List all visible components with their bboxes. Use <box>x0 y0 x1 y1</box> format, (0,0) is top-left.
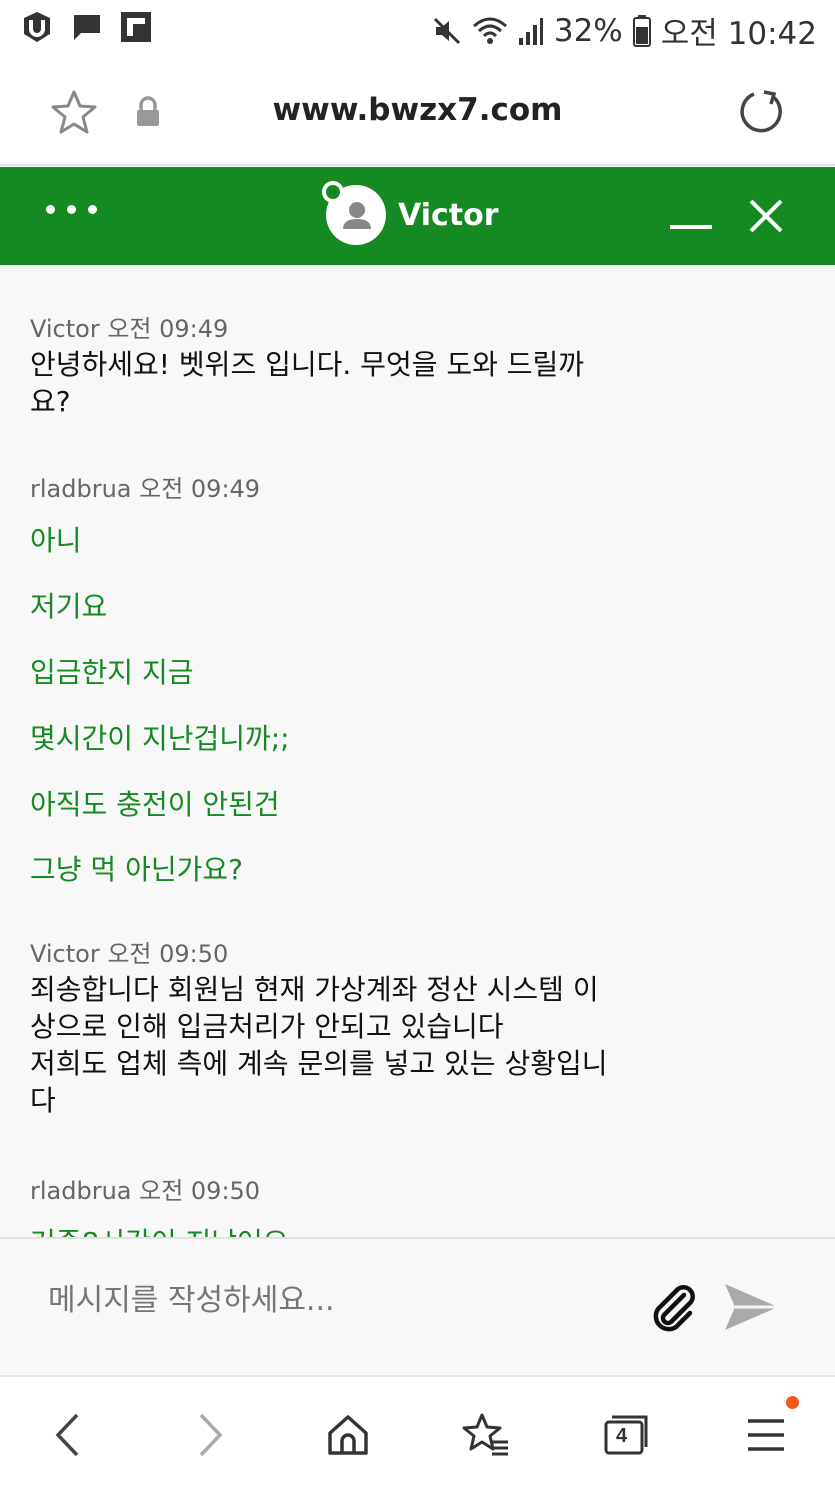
browser-url-bar: www.bwzx7.com <box>0 58 835 166</box>
battery-icon <box>632 14 651 47</box>
message-meta: rladbrua 오전 09:49 <box>30 475 261 503</box>
notification-dot <box>786 1396 799 1409</box>
user-message: 저기요 <box>30 590 108 623</box>
minimize-button[interactable] <box>670 207 712 229</box>
wifi-icon <box>472 17 507 44</box>
home-icon <box>328 1415 368 1455</box>
message-text: 안녕하세요! 벳위즈 입니다. 무엇을 도와 드릴까 요? <box>30 348 585 418</box>
user-message: 아니 <box>30 524 82 557</box>
message-icon <box>74 15 100 40</box>
browser-bottom-nav: 4 <box>0 1375 835 1485</box>
status-bar: 32% 오전 10:42 <box>0 0 835 58</box>
user-message: 아직도 충전이 안된건 <box>30 788 280 821</box>
user-message: 그냥 먹 아닌가요? <box>30 853 243 886</box>
user-message-meta-group: rladbrua 오전 09:49 <box>30 469 730 504</box>
reload-icon[interactable] <box>738 88 784 134</box>
attach-paperclip-icon[interactable] <box>646 1281 700 1335</box>
user-message: 몇시간이 지난겁니까;; <box>30 722 290 755</box>
message-input[interactable] <box>48 1283 608 1318</box>
hamburger-menu-icon <box>748 1419 784 1451</box>
chevron-right-icon <box>199 1413 223 1457</box>
message-composer <box>0 1237 835 1375</box>
chat-header: Victor <box>0 167 835 265</box>
agent-avatar <box>322 181 386 245</box>
chevron-left-icon <box>55 1413 79 1457</box>
status-left-icons <box>20 10 152 44</box>
more-options-icon[interactable] <box>46 205 97 214</box>
status-right-icons: 32% 오전 10:42 <box>432 8 817 53</box>
battery-percent: 32% <box>553 12 623 49</box>
message-meta: Victor 오전 09:49 <box>30 315 229 343</box>
tab-count: 4 <box>616 1425 628 1447</box>
user-silhouette-icon <box>343 202 371 229</box>
bookmarks-button[interactable] <box>456 1405 516 1465</box>
flipboard-icon <box>121 12 151 42</box>
agent-info: Victor <box>322 181 499 245</box>
bookmark-list-icon <box>462 1413 508 1456</box>
forward-button[interactable] <box>180 1405 240 1465</box>
message-meta: rladbrua 오전 09:50 <box>30 1177 261 1205</box>
mute-icon <box>433 17 460 44</box>
user-message: 거즘8시간이 지났어요 <box>30 1221 289 1237</box>
clock: 오전 10:42 <box>660 16 817 52</box>
menu-button[interactable] <box>736 1405 796 1465</box>
user-message: 입금한지 지금 <box>30 656 194 689</box>
app-u-icon <box>24 12 50 42</box>
home-button[interactable] <box>318 1405 378 1465</box>
message-list[interactable]: Victor 오전 09:49 안녕하세요! 벳위즈 입니다. 무엇을 도와 드… <box>0 265 835 1237</box>
message-meta: Victor 오전 09:50 <box>30 940 229 968</box>
url-text[interactable]: www.bwzx7.com <box>0 92 835 128</box>
signal-icon <box>518 17 543 45</box>
agent-name: Victor <box>398 197 499 233</box>
message-text: 죄송합니다 회원님 현재 가상계좌 정산 시스템 이 상으로 인해 입금처리가 … <box>30 973 608 1117</box>
agent-message: Victor 오전 09:49 안녕하세요! 벳위즈 입니다. 무엇을 도와 드… <box>30 309 730 420</box>
user-message-meta-group: rladbrua 오전 09:50 <box>30 1171 730 1206</box>
close-icon[interactable] <box>748 198 784 234</box>
back-button[interactable] <box>38 1405 98 1465</box>
send-icon[interactable] <box>722 1281 780 1333</box>
tabs-button[interactable]: 4 <box>596 1405 656 1465</box>
agent-message: Victor 오전 09:50 죄송합니다 회원님 현재 가상계좌 정산 시스템… <box>30 934 730 1119</box>
